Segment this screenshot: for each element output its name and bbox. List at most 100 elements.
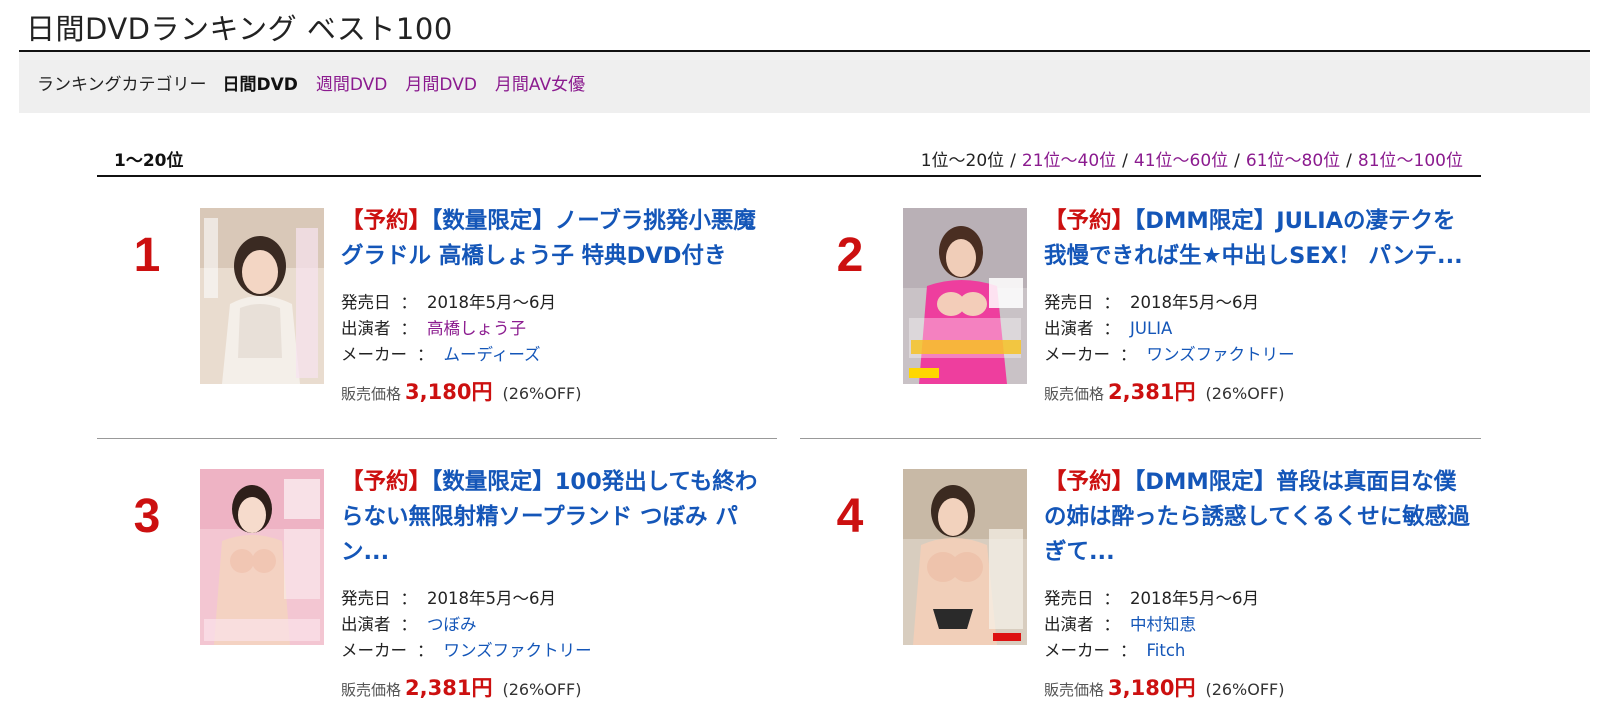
category-bar: ランキングカテゴリー 日間DVD 週間DVD 月間DVD 月間AV女優 [19, 52, 1590, 113]
colon: ： [400, 293, 418, 312]
item-meta: 発売日 ： 2018年5月〜6月 出演者 ： JULIA メーカー ： ワンズファクトリー [1044, 290, 1476, 368]
colon: ： [400, 319, 418, 338]
item-title-link[interactable]: 【予約】【数量限定】ノーブラ挑発小悪魔グラドル 高橋しょう子 特典DVD付き [341, 204, 773, 274]
pager-item-1-20: 1位〜20位 [920, 151, 1005, 171]
price-row: 販売価格 3,180円 (26%OFF) [1044, 672, 1476, 702]
ranking-item: 4 【予約】【DMM限定】普段は真面目な僕の姉は酔ったら誘惑してくるくせに敏感過… [800, 461, 1482, 721]
discount-text: (26%OFF) [502, 680, 582, 699]
release-label: 発売日 [341, 293, 391, 312]
maker-label: メーカー [1044, 345, 1110, 364]
price-label: 販売価格 [1044, 385, 1105, 403]
cover-image [200, 469, 324, 645]
maker-link[interactable]: ワンズファクトリー [1147, 345, 1295, 364]
reserve-tag: 【予約】 [1044, 208, 1135, 234]
rank-number: 2 [836, 229, 864, 282]
item-meta: 発売日 ： 2018年5月〜6月 出演者 ： つぼみ メーカー ： ワンズファクトリー [341, 586, 773, 664]
maker-label: メーカー [1044, 641, 1110, 660]
category-label: ランキングカテゴリー [37, 75, 207, 95]
reserve-tag: 【予約】 [341, 469, 432, 495]
discount-text: (26%OFF) [502, 384, 582, 403]
release-label: 発売日 [1044, 589, 1094, 608]
pager-item-41-60[interactable]: 41位〜60位 [1134, 151, 1228, 171]
product-thumbnail[interactable] [200, 208, 324, 384]
performer-label: 出演者 [341, 319, 391, 338]
release-value: 2018年5月〜6月 [1130, 293, 1259, 312]
release-value: 2018年5月〜6月 [427, 589, 556, 608]
ranking-item: 2 【予約】【DMM限定】JULIAの凄テクを我慢できれば生★中出しSEX！ パ… [800, 200, 1482, 460]
pager-separator: / [1346, 151, 1352, 171]
pager-item-21-40[interactable]: 21位〜40位 [1022, 151, 1116, 171]
release-label: 発売日 [341, 589, 391, 608]
price-value: 2,381円 [1108, 380, 1196, 404]
maker-label: メーカー [341, 345, 407, 364]
performer-label: 出演者 [1044, 319, 1094, 338]
maker-label: メーカー [341, 641, 407, 660]
colon: ： [1103, 319, 1121, 338]
release-value: 2018年5月〜6月 [1130, 589, 1259, 608]
pager-separator: / [1234, 151, 1240, 171]
product-thumbnail[interactable] [200, 469, 324, 645]
price-label: 販売価格 [341, 681, 402, 699]
category-weekly-dvd[interactable]: 週間DVD [316, 70, 388, 95]
release-label: 発売日 [1044, 293, 1094, 312]
price-value: 3,180円 [1108, 676, 1196, 700]
colon: ： [400, 615, 418, 634]
category-monthly-dvd[interactable]: 月間DVD [405, 70, 477, 95]
price-value: 2,381円 [405, 676, 493, 700]
performer-link[interactable]: JULIA [1130, 319, 1172, 338]
item-meta: 発売日 ： 2018年5月〜6月 出演者 ： 中村知恵 メーカー ： Fitch [1044, 586, 1476, 664]
performer-link[interactable]: つぼみ [427, 615, 477, 634]
range-current: 1〜20位 [114, 151, 184, 171]
pager-separator: / [1010, 151, 1016, 171]
performer-link[interactable]: 高橋しょう子 [427, 319, 526, 338]
price-label: 販売価格 [341, 385, 402, 403]
price-label: 販売価格 [1044, 681, 1105, 699]
performer-label: 出演者 [341, 615, 391, 634]
product-thumbnail[interactable] [903, 469, 1027, 645]
colon: ： [1120, 345, 1137, 364]
range-pager: 1位〜20位/21位〜40位/41位〜60位/61位〜80位/81位〜100位 [921, 146, 1463, 171]
category-daily-dvd[interactable]: 日間DVD [223, 70, 298, 95]
colon: ： [1103, 589, 1121, 608]
release-value: 2018年5月〜6月 [427, 293, 556, 312]
price-row: 販売価格 2,381円 (26%OFF) [1044, 376, 1476, 406]
colon: ： [1103, 615, 1121, 634]
item-title-link[interactable]: 【予約】【DMM限定】普段は真面目な僕の姉は酔ったら誘惑してくるくせに敏感過ぎて… [1044, 465, 1476, 570]
item-title-link[interactable]: 【予約】【DMM限定】JULIAの凄テクを我慢できれば生★中出しSEX！ パンテ… [1044, 204, 1476, 274]
item-meta: 発売日 ： 2018年5月〜6月 出演者 ： 高橋しょう子 メーカー ： ムーディーズ [341, 290, 773, 368]
category-monthly-actress[interactable]: 月間AV女優 [495, 70, 585, 95]
discount-text: (26%OFF) [1205, 680, 1285, 699]
pager-separator: / [1122, 151, 1128, 171]
range-header: 1〜20位 1位〜20位/21位〜40位/41位〜60位/61位〜80位/81位… [97, 143, 1481, 177]
maker-link[interactable]: ムーディーズ [444, 345, 541, 364]
ranking-item: 1 【予約】【数量限定】ノーブラ挑発小悪魔グラドル 高橋しょう子 特典DVD付き… [97, 200, 779, 460]
pager-item-61-80[interactable]: 61位〜80位 [1246, 151, 1340, 171]
item-title-link[interactable]: 【予約】【数量限定】100発出しても終わらない無限射精ソープランド つぼみ パン… [341, 465, 773, 570]
price-value: 3,180円 [405, 380, 493, 404]
ranking-item: 3 【予約】【数量限定】100発出しても終わらない無限射精ソープランド つぼみ … [97, 461, 779, 721]
reserve-tag: 【予約】 [1044, 469, 1135, 495]
row-divider [800, 438, 1481, 439]
rank-number: 4 [836, 490, 864, 543]
colon: ： [1103, 293, 1121, 312]
performer-link[interactable]: 中村知恵 [1130, 615, 1196, 634]
row-divider [97, 438, 777, 439]
cover-image [903, 469, 1027, 645]
reserve-tag: 【予約】 [341, 208, 432, 234]
rank-number: 1 [133, 229, 161, 282]
maker-link[interactable]: Fitch [1147, 641, 1186, 660]
colon: ： [400, 589, 418, 608]
maker-link[interactable]: ワンズファクトリー [444, 641, 592, 660]
cover-image [200, 208, 324, 384]
price-row: 販売価格 2,381円 (26%OFF) [341, 672, 773, 702]
pager-item-81-100[interactable]: 81位〜100位 [1358, 151, 1463, 171]
product-thumbnail[interactable] [903, 208, 1027, 384]
colon: ： [417, 345, 434, 364]
price-row: 販売価格 3,180円 (26%OFF) [341, 376, 773, 406]
colon: ： [417, 641, 434, 660]
colon: ： [1120, 641, 1137, 660]
discount-text: (26%OFF) [1205, 384, 1285, 403]
performer-label: 出演者 [1044, 615, 1094, 634]
page-title: 日間DVDランキング ベスト100 [26, 12, 453, 46]
cover-image [903, 208, 1027, 384]
